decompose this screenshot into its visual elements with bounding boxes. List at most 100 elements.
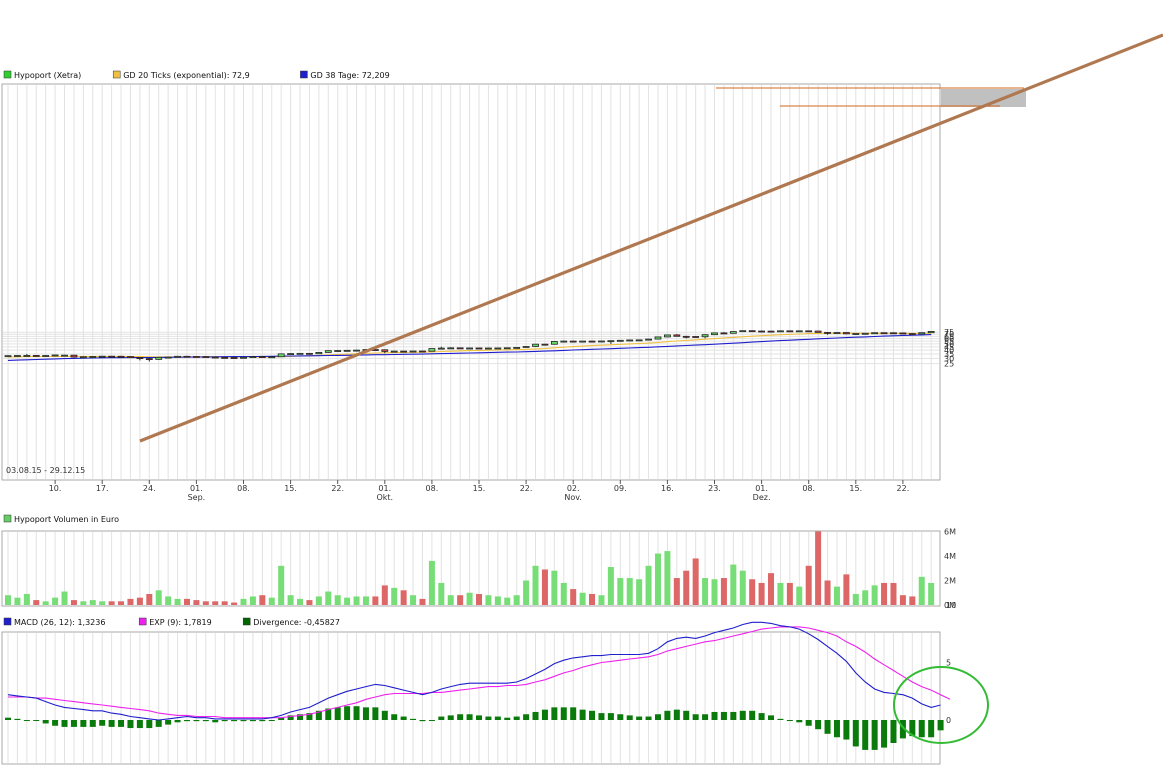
divergence-bar [155,720,162,727]
date-range-label: 03.08.15 - 29.12.15 [6,466,85,475]
volume-bar [14,597,21,605]
divergence-bar [843,720,850,740]
divergence-bar [334,707,341,720]
candle [550,341,558,345]
candle [861,332,869,335]
volume-bar [52,597,59,605]
macd-tick-label: 0 [946,716,951,725]
volume-bar [768,573,775,605]
candle [541,343,549,346]
volume-bar [183,598,190,605]
candle [560,340,568,343]
time-tick-label: 10. [49,484,62,493]
divergence-bar [212,720,219,723]
volume-bar [344,597,351,605]
volume-bar [852,593,859,605]
divergence-bar [504,717,511,720]
candle [522,346,530,348]
volume-tick-label: 6M [944,528,956,537]
volume-bar [739,570,746,605]
divergence-bar [739,710,746,720]
divergence-bar [928,720,935,738]
volume-bar [438,582,445,605]
divergence-bar [89,720,96,727]
volume-tick-label: 4M [944,552,956,561]
candle [513,346,521,349]
divergence-bar [626,715,633,720]
divergence-bar [5,717,11,720]
volume-bar [466,592,473,605]
legend-swatch [3,70,12,79]
time-tick-label: 08. [802,484,815,493]
candle [127,356,134,359]
divergence-bar [824,720,831,734]
candle [532,343,539,347]
candle [598,340,605,343]
divergence-bar [249,720,256,722]
candle [14,355,21,357]
divergence-bar [231,720,238,722]
candle [51,354,59,357]
divergence-bar [617,714,624,720]
divergence-bar [362,707,369,720]
volume-bar [786,582,793,605]
divergence-bar [457,714,464,720]
volume-bar [909,596,916,605]
time-tick-label: 01. [378,484,391,493]
candle [654,336,662,340]
divergence-bar [702,714,709,720]
candle [155,356,163,360]
volume-bar [749,579,756,605]
volume-bar [42,601,49,605]
divergence-bar [146,720,153,729]
candle [409,350,417,353]
candle [475,347,483,350]
volume-tick-label: 2M [944,577,956,586]
volume-bar [259,595,266,605]
candle [61,354,68,357]
volume-bar [174,598,181,605]
volume-bar [306,600,313,605]
legend-label: GD 20 Ticks (exponential): 72,9 [123,71,250,80]
candle [777,330,784,333]
divergence-bar [99,720,106,726]
divergence-bar [70,720,77,727]
candle [880,332,888,335]
volume-bar [805,565,812,605]
volume-bar [871,585,878,605]
candle [390,350,398,353]
candle [306,352,313,355]
divergence-bar [881,720,888,748]
divergence-bar [221,720,228,722]
candle [852,333,860,335]
volume-bar [918,576,925,605]
divergence-bar [598,713,605,720]
divergence-bar [476,715,482,720]
volume-bar [711,579,718,605]
time-tick-label: 22. [520,484,533,493]
divergence-bar [683,710,690,720]
volume-bar [758,582,765,605]
volume-bar [70,600,77,605]
divergence-bar [777,718,784,720]
candle [814,330,822,333]
legend-swatch [112,70,121,79]
candle [258,356,266,358]
divergence-bar [730,711,737,720]
volume-bar [824,580,831,605]
candle [748,330,756,333]
time-tick-label: 22. [897,484,910,493]
candle [805,330,813,333]
candle [616,339,624,342]
divergence-bar [183,720,190,722]
volume-bar [730,564,737,605]
divergence-bar [692,714,699,720]
volume-bar [796,586,803,605]
volume-bar [428,560,435,605]
volume-bar [315,596,322,605]
divergence-bar [607,713,614,720]
candle [108,355,116,358]
legend-label: MACD (26, 12): 1,3236 [14,618,105,627]
legend-swatch [300,70,308,79]
volume-bar [231,602,238,605]
